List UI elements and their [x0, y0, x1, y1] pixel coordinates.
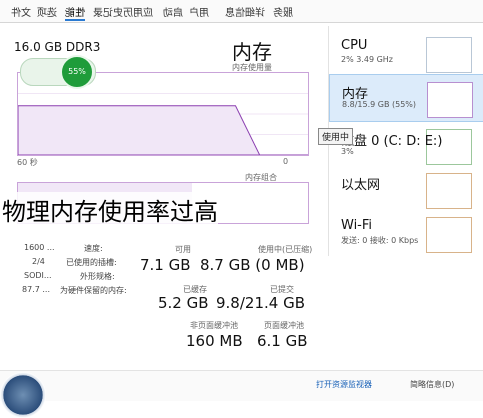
nonpaged-pool-label: 非页面缓冲池 [190, 320, 238, 331]
in-use-label: 使用中(已压缩) [258, 244, 312, 255]
usage-area-series [18, 106, 308, 155]
tab-app-history[interactable]: 应用历史记录 [93, 4, 153, 19]
usage-badge-dot: 55% [60, 55, 94, 89]
sidebar-item-sub: 2% 3.49 GHz [341, 55, 393, 64]
sidebar-item-memory[interactable]: 内存 8.8/15.9 GB (55%) [329, 74, 483, 122]
resource-monitor-link[interactable]: 打开资源监视器 [316, 379, 372, 390]
paged-pool-value: 6.1 GB [257, 332, 308, 350]
memory-total: 16.0 GB DDR3 [14, 40, 100, 54]
available-label: 可用 [175, 244, 191, 255]
axis-right-label: 0 [283, 157, 288, 166]
ethernet-thumbnail [426, 173, 472, 209]
cached-value: 5.2 GB [158, 294, 209, 312]
paged-pool-label: 页面缓冲池 [264, 320, 304, 331]
speed-value: 1600 ... [24, 243, 55, 252]
tab-details[interactable]: 详细信息 [225, 4, 265, 19]
form-factor-label: 外形规格: [80, 271, 115, 282]
brief-button[interactable]: 简略信息(D) [410, 379, 454, 390]
axis-left-label: 60 秒 [17, 157, 38, 168]
speed-label: 速度: [84, 243, 103, 254]
tab-performance[interactable]: 性能 [65, 4, 85, 21]
page-title: 内存 [232, 36, 272, 65]
sidebar-item-ethernet[interactable]: 以太网 [329, 166, 483, 214]
tab-options[interactable]: 选项 [37, 4, 57, 19]
headline-caption: 物理内存使用率过高 [2, 192, 218, 227]
sidebar-item-label: Wi-Fi [341, 218, 372, 233]
tab-users[interactable]: 用户 [189, 4, 209, 19]
reserved-label: 为硬件保留的内存: [60, 285, 127, 296]
wifi-thumbnail [426, 217, 472, 253]
sidebar-item-label: 以太网 [341, 174, 380, 193]
tab-file[interactable]: 文件 [11, 4, 31, 19]
footer-bar: 简略信息(D) 打开资源监视器 [0, 370, 483, 401]
tab-startup[interactable]: 启动 [163, 4, 183, 19]
cpu-thumbnail [426, 37, 472, 73]
sidebar-item-label: 磁盘 0 (C: D: E:) [341, 130, 442, 149]
sidebar-item-cpu[interactable]: CPU 2% 3.49 GHz [329, 30, 483, 78]
sidebar-item-sub: 8.8/15.9 GB (55%) [342, 100, 416, 109]
tab-services[interactable]: 服务 [273, 4, 293, 19]
reserved-value: 87.7 ... [22, 285, 50, 294]
sidebar-item-sub: 3% [341, 147, 354, 156]
logo-icon [0, 372, 46, 418]
available-value: 7.1 GB [140, 256, 191, 274]
nonpaged-pool-value: 160 MB [186, 332, 243, 350]
sidebar-item-sub: 发送: 0 接收: 0 Kbps [341, 235, 418, 246]
sidebar-item-label: CPU [341, 38, 367, 53]
slots-value: 2/4 [32, 257, 45, 266]
committed-value: 9.8/21.4 GB [216, 294, 305, 312]
tab-bar: 文件 选项 性能 应用历史记录 启动 用户 详细信息 服务 [0, 0, 483, 23]
memory-thumbnail [427, 82, 473, 118]
tooltip: 使用中 [318, 128, 353, 145]
in-use-value: 8.7 GB (0 MB) [200, 256, 305, 274]
form-factor-value: SODI... [24, 271, 52, 280]
sidebar-item-wifi[interactable]: Wi-Fi 发送: 0 接收: 0 Kbps [329, 210, 483, 258]
slots-label: 已使用的插槽: [66, 257, 117, 268]
